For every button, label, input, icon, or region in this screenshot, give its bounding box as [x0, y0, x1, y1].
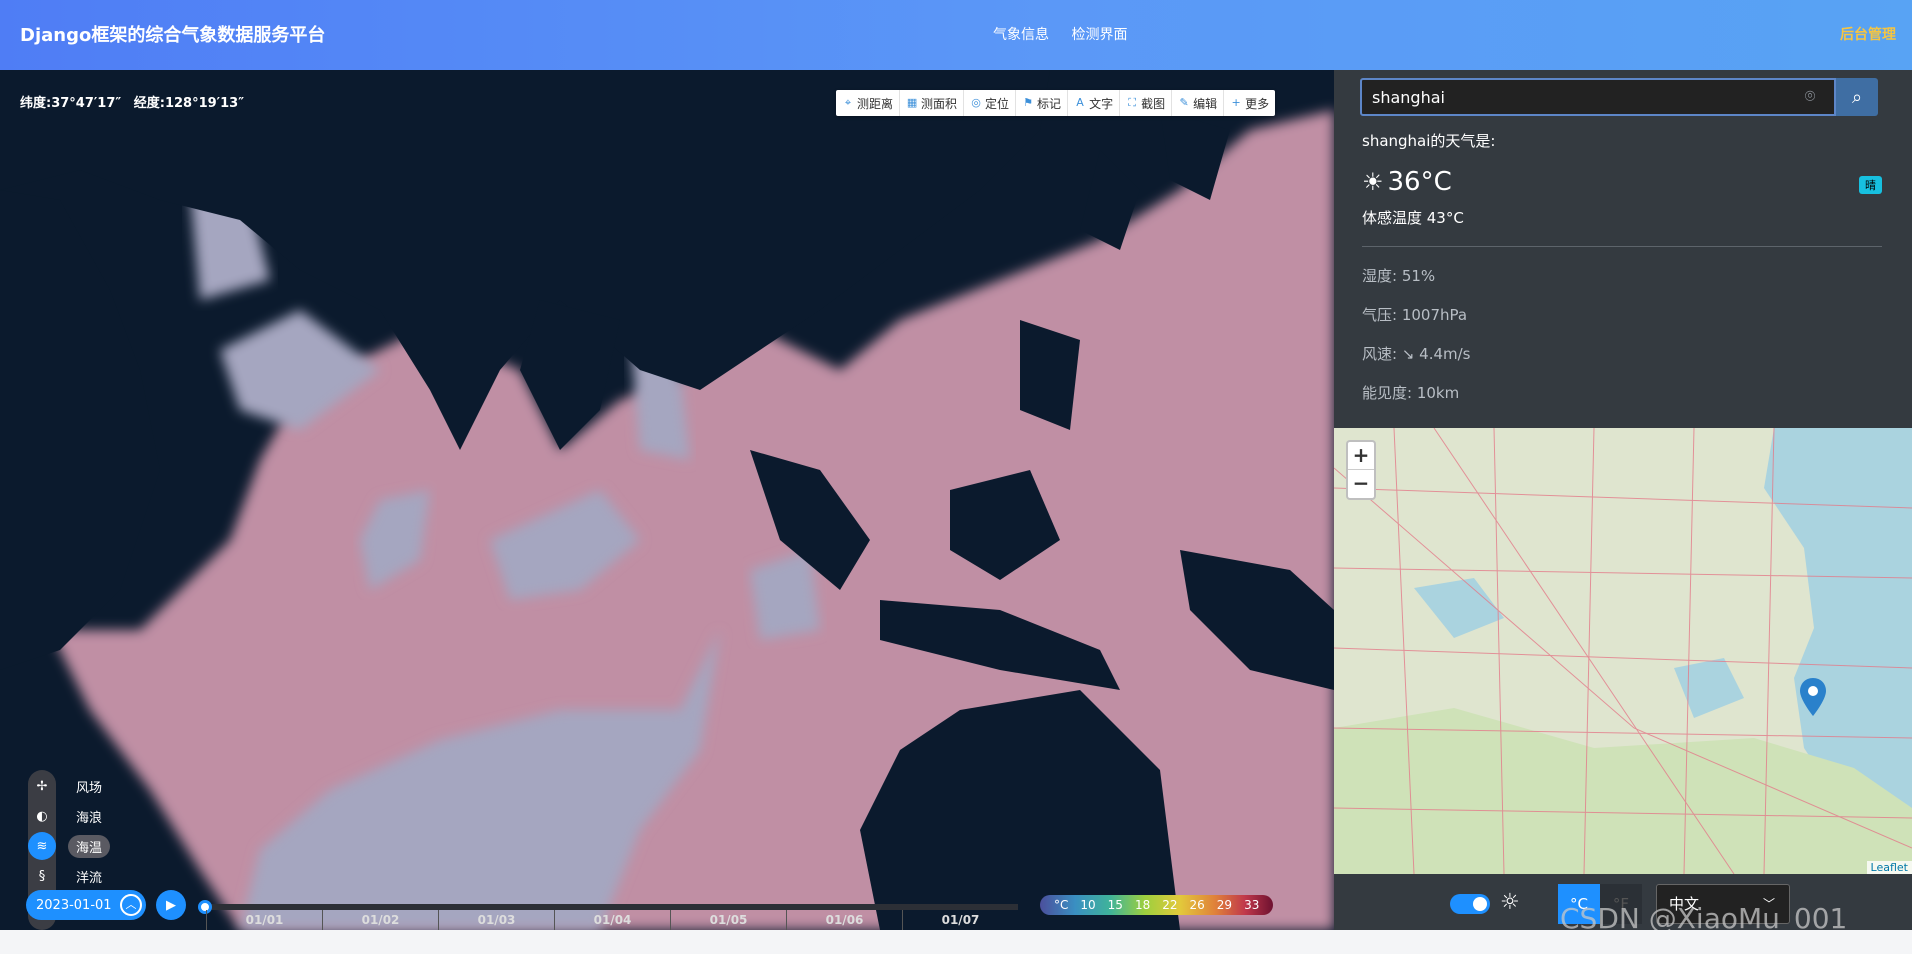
zoom-out-button[interactable]: −: [1348, 470, 1374, 498]
map-pin-icon[interactable]: ⌾: [1800, 86, 1820, 108]
tool-mark[interactable]: ⚑ 标记: [1016, 90, 1069, 116]
sea-temperature-map[interactable]: 纬度:37°47′17″ 经度:128°19′13″ ⌖ 测距离 ▦ 测面积 ◎ 定位…: [0, 70, 1334, 930]
tool-label: 截图: [1141, 96, 1166, 111]
tool-text[interactable]: A 文字: [1068, 90, 1121, 116]
timeline-ticks: 01/01 01/02 01/03 01/04 01/05 01/06 01/0…: [206, 910, 1018, 930]
tool-label: 编辑: [1193, 96, 1218, 111]
weather-card: shanghai的天气是: ☀ 36°C 晴 体感温度 43°C 湿度: 51%…: [1362, 130, 1882, 403]
weather-title: shanghai的天气是:: [1362, 132, 1496, 150]
weather-sidebar: ⌾ ⌕ shanghai的天气是: ☀ 36°C 晴 体感温度 43°C 湿度:…: [1334, 70, 1912, 930]
play-icon: ▶: [166, 897, 176, 913]
tool-label: 测距离: [857, 96, 894, 111]
timeline-tick: 01/02: [322, 910, 438, 930]
admin-link[interactable]: 后台管理: [1840, 24, 1896, 44]
tool-label: 更多: [1245, 96, 1270, 111]
wave-icon: ◐: [36, 808, 48, 824]
leaflet-attribution[interactable]: Leaflet: [1866, 861, 1912, 874]
map-canvas: [0, 70, 1334, 930]
city-search: ⌾ ⌕: [1360, 78, 1878, 116]
wind-icon: ✢: [36, 778, 48, 794]
layer-label: 海浪: [76, 810, 103, 826]
tool-measure-area[interactable]: ▦ 测面积: [900, 90, 965, 116]
play-button[interactable]: ▶: [156, 890, 186, 920]
latitude-readout: 纬度:37°47′17″: [20, 96, 122, 111]
plus-icon: +: [1231, 96, 1241, 109]
layer-label: 洋流: [76, 870, 103, 886]
nav-link-weather-info[interactable]: 气象信息: [993, 27, 1049, 43]
area-icon: ▦: [906, 96, 918, 109]
sun-icon: ☀: [1362, 168, 1384, 196]
city-search-input[interactable]: [1360, 78, 1836, 116]
screenshot-icon: ⛶: [1128, 96, 1136, 109]
tool-label: 测面积: [921, 96, 958, 111]
timeline-tick: 01/03: [438, 910, 554, 930]
legend-value: 15: [1107, 898, 1123, 912]
app-title[interactable]: Django框架的综合气象数据服务平台: [20, 21, 325, 47]
layer-label: 风场: [76, 780, 103, 796]
zoom-in-button[interactable]: +: [1348, 442, 1374, 470]
location-marker-icon[interactable]: [1800, 678, 1826, 716]
sun-icon: ☼: [1500, 890, 1520, 915]
condition-badge: 晴: [1859, 176, 1882, 194]
location-icon: ◎: [971, 96, 981, 109]
wind-speed: 风速: ↘ 4.4m/s: [1362, 345, 1471, 363]
legend-value: 10: [1080, 898, 1096, 912]
layer-label: 海温: [68, 834, 111, 858]
map-toolbar: ⌖ 测距离 ▦ 测面积 ◎ 定位 ⚑ 标记 A 文字 ⛶ 截图 ✎ 编辑 + 更多: [836, 90, 1276, 116]
legend-value: 22: [1162, 898, 1178, 912]
layer-wave[interactable]: ◐ 海浪: [26, 804, 122, 828]
edit-icon: ✎: [1179, 96, 1189, 109]
legend-value: 29: [1216, 898, 1233, 912]
theme-toggle[interactable]: [1450, 894, 1490, 914]
nav-links: 气象信息 检测界面: [993, 24, 1145, 44]
chevron-up-icon[interactable]: ︿: [120, 894, 142, 916]
pressure: 气压: 1007hPa: [1362, 306, 1468, 324]
layer-sea-temp[interactable]: ≋ 海温: [26, 832, 122, 860]
longitude-readout: 经度:128°19′13″: [133, 96, 245, 111]
timeline-tick: 01/04: [554, 910, 670, 930]
legend-unit: °C: [1054, 898, 1069, 912]
legend-value: 26: [1189, 898, 1205, 912]
timeline-tick: 01/06: [786, 910, 902, 930]
tool-label: 文字: [1089, 96, 1114, 111]
tool-screenshot[interactable]: ⛶ 截图: [1120, 90, 1173, 116]
ruler-icon: ⌖: [844, 96, 852, 109]
legend-value: 33: [1244, 898, 1260, 912]
humidity: 湿度: 51%: [1362, 267, 1436, 285]
tool-more[interactable]: + 更多: [1224, 90, 1275, 116]
date-picker[interactable]: 2023-01-01 ︿: [26, 890, 146, 920]
search-icon: ⌕: [1851, 86, 1863, 108]
timeline-tick: 01/05: [670, 910, 786, 930]
tool-label: 标记: [1037, 96, 1062, 111]
current-date: 2023-01-01: [36, 897, 112, 913]
legend-value: 18: [1134, 898, 1151, 912]
zoom-control: + −: [1346, 440, 1376, 500]
minimap-canvas: [1334, 428, 1912, 874]
cursor-coordinates: 纬度:37°47′17″ 经度:128°19′13″: [20, 92, 252, 111]
sea-temp-icon: ≋: [28, 832, 56, 860]
layer-current[interactable]: § 洋流: [26, 864, 122, 888]
tool-label: 定位: [985, 96, 1010, 111]
page-footer: [0, 930, 1912, 954]
tool-locate[interactable]: ◎ 定位: [964, 90, 1017, 116]
tool-measure-distance[interactable]: ⌖ 测距离: [836, 90, 901, 116]
tool-edit[interactable]: ✎ 编辑: [1172, 90, 1225, 116]
top-navbar: Django框架的综合气象数据服务平台 气象信息 检测界面 后台管理: [0, 0, 1912, 70]
visibility: 能见度: 10km: [1362, 384, 1460, 402]
timeline-tick: 01/01: [206, 910, 322, 930]
flag-icon: ⚑: [1023, 96, 1033, 109]
temperature-value: 36°C: [1387, 167, 1452, 197]
text-icon: A: [1076, 96, 1084, 109]
layer-wind[interactable]: ✢ 风场: [26, 774, 122, 798]
temperature-legend: °C 10 15 18 22 26 29 33: [1040, 895, 1274, 915]
timeline-tick: 01/07: [902, 910, 1018, 930]
nav-link-monitor[interactable]: 检测界面: [1071, 27, 1127, 43]
current-icon: §: [38, 868, 46, 884]
search-button[interactable]: ⌕: [1836, 78, 1878, 116]
location-minimap[interactable]: + − Leaflet: [1334, 428, 1912, 874]
feels-like: 体感温度 43°C: [1362, 209, 1464, 227]
temperature: ☀ 36°C: [1362, 167, 1882, 197]
divider: [1362, 246, 1882, 247]
